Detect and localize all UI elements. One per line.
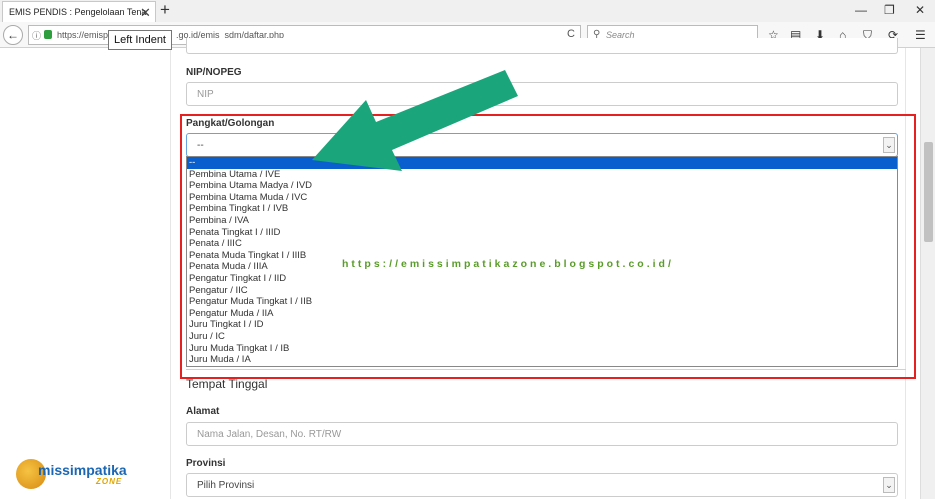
minimize-icon[interactable]: — — [855, 3, 867, 17]
lock-icon — [44, 30, 52, 39]
previous-field-bottom[interactable] — [186, 38, 898, 54]
scrollbar-track[interactable] — [920, 48, 935, 499]
highlight-box — [180, 114, 916, 379]
section-title: Tempat Tinggal — [186, 377, 268, 391]
tooltip: Left Indent — [108, 30, 172, 50]
provinsi-selected-value: Pilih Provinsi — [197, 480, 255, 491]
tab-title: EMIS PENDIS : Pengelolaan Tena — [9, 7, 147, 17]
logo: missimpatika ZONE — [16, 459, 141, 489]
maximize-icon[interactable]: ❐ — [884, 3, 895, 17]
scrollbar-thumb[interactable] — [924, 142, 933, 242]
url-text-prefix: https://emisp — [57, 30, 109, 40]
provinsi-label: Provinsi — [186, 458, 226, 469]
alamat-label: Alamat — [186, 406, 220, 417]
chevron-down-icon[interactable]: ⌄ — [883, 477, 895, 493]
logo-text: missimpatika — [38, 462, 127, 478]
menu-icon[interactable]: ☰ — [915, 28, 926, 42]
tab-strip: EMIS PENDIS : Pengelolaan Tena ✕ + — ❐ ✕ — [0, 0, 935, 22]
info-icon[interactable]: ⓘ — [32, 29, 41, 42]
watermark: https://emissimpatikazone.blogspot.co.id… — [342, 258, 674, 270]
alamat-input[interactable]: Nama Jalan, Desan, No. RT/RW — [186, 422, 898, 446]
close-window-icon[interactable]: ✕ — [915, 3, 925, 17]
back-icon[interactable]: ← — [3, 25, 23, 45]
nip-label: NIP/NOPEG — [186, 67, 242, 78]
browser-tab[interactable]: EMIS PENDIS : Pengelolaan Tena ✕ — [2, 1, 156, 22]
nip-input[interactable]: NIP — [186, 82, 898, 106]
provinsi-select[interactable]: Pilih Provinsi ⌄ — [186, 473, 898, 497]
new-tab-icon[interactable]: + — [160, 0, 170, 20]
close-tab-icon[interactable]: ✕ — [140, 5, 151, 21]
logo-sub: ZONE — [96, 477, 123, 486]
